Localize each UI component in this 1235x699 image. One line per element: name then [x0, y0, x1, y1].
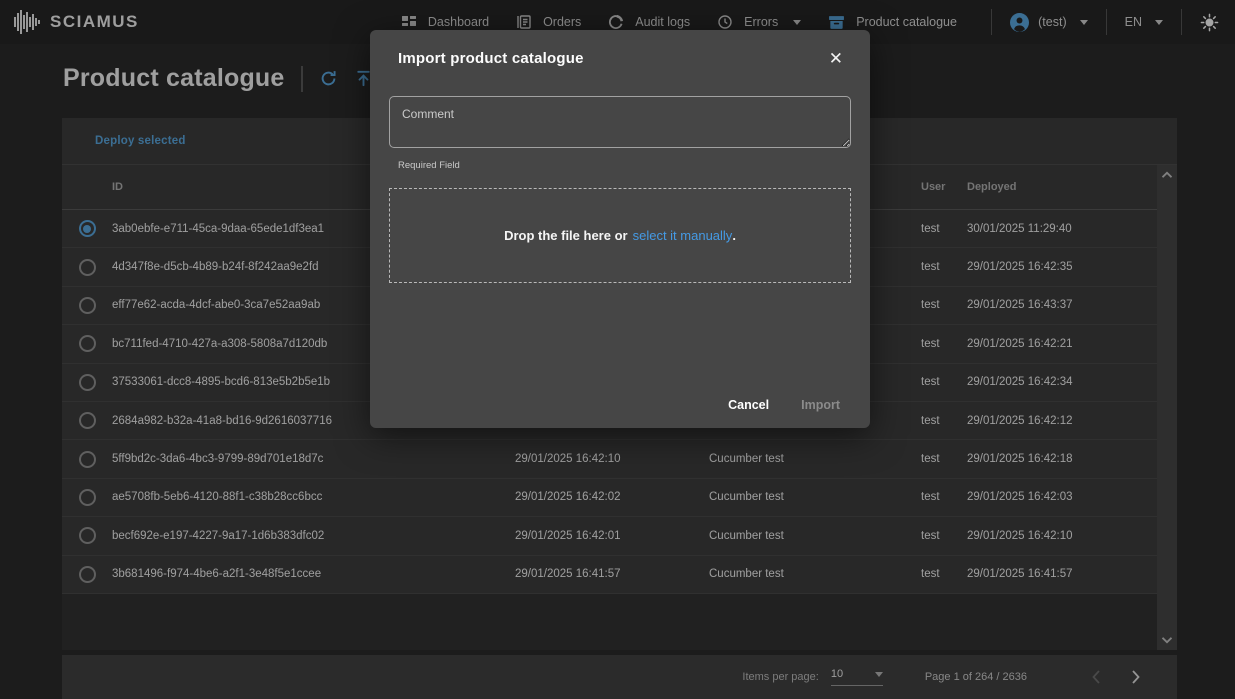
file-dropzone[interactable]: Drop the file here or select it manually… [389, 188, 851, 283]
modal-header: Import product catalogue ✕ [389, 30, 851, 86]
select-file-link[interactable]: select it manually [633, 228, 733, 243]
import-submit-button[interactable]: Import [801, 398, 840, 412]
dropzone-text: Drop the file here or [504, 228, 628, 243]
cancel-button[interactable]: Cancel [728, 398, 769, 412]
required-field-hint: Required Field [398, 160, 851, 171]
modal-title: Import product catalogue [398, 50, 584, 67]
import-catalogue-modal: Import product catalogue ✕ Required Fiel… [370, 30, 870, 428]
dropzone-text-suffix: . [732, 228, 736, 243]
close-icon[interactable]: ✕ [827, 48, 845, 69]
comment-textarea[interactable] [389, 96, 851, 148]
modal-footer: Cancel Import [728, 398, 840, 412]
app-root: SCIAMUS Dashboard Or [0, 0, 1235, 699]
